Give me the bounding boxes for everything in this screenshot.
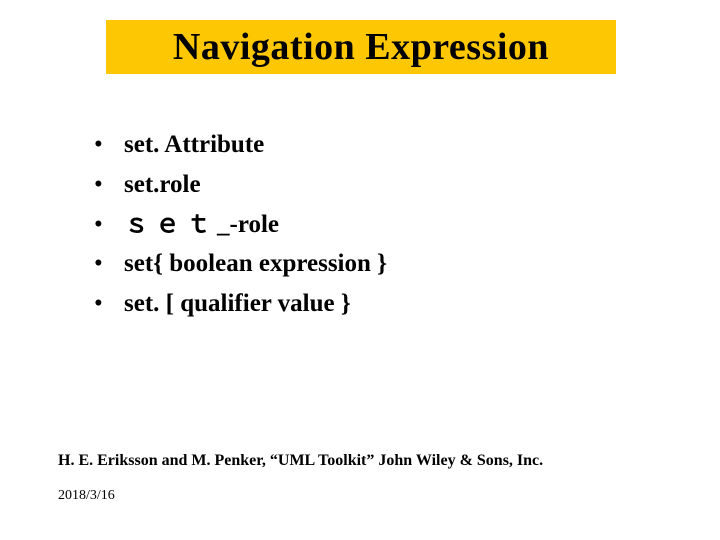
list-item-text: set. [ qualifier value } bbox=[124, 287, 634, 321]
list-item: • set{ boolean expression } bbox=[94, 247, 634, 281]
bullet-icon: • bbox=[94, 128, 124, 162]
page-title: Navigation Expression bbox=[173, 25, 549, 69]
bullet-list: • set. Attribute • set.role • ｓｅｔ_-role … bbox=[94, 128, 634, 327]
footer-citation: H. E. Eriksson and M. Penker, “UML Toolk… bbox=[58, 452, 678, 470]
list-item: • ｓｅｔ_-role bbox=[94, 208, 634, 242]
list-item-fragment: _-role bbox=[217, 211, 279, 238]
bullet-icon: • bbox=[94, 208, 124, 242]
slide: Navigation Expression • set. Attribute •… bbox=[0, 0, 720, 540]
list-item: • set. Attribute bbox=[94, 128, 634, 162]
list-item-text: set. Attribute bbox=[124, 128, 634, 162]
footer-date: 2018/3/16 bbox=[58, 488, 115, 504]
bullet-icon: • bbox=[94, 168, 124, 202]
list-item-text: ｓｅｔ_-role bbox=[124, 208, 634, 242]
title-band: Navigation Expression bbox=[106, 20, 616, 74]
list-item-text: set{ boolean expression } bbox=[124, 247, 634, 281]
list-item-fragment: set. bbox=[124, 171, 159, 198]
list-item: • set.role bbox=[94, 168, 634, 202]
bullet-icon: • bbox=[94, 287, 124, 321]
list-item: • set. [ qualifier value } bbox=[94, 287, 634, 321]
bullet-icon: • bbox=[94, 247, 124, 281]
list-item-fragment: ｓｅｔ bbox=[124, 211, 217, 238]
list-item-fragment: role bbox=[159, 171, 200, 198]
list-item-text: set.role bbox=[124, 168, 634, 202]
